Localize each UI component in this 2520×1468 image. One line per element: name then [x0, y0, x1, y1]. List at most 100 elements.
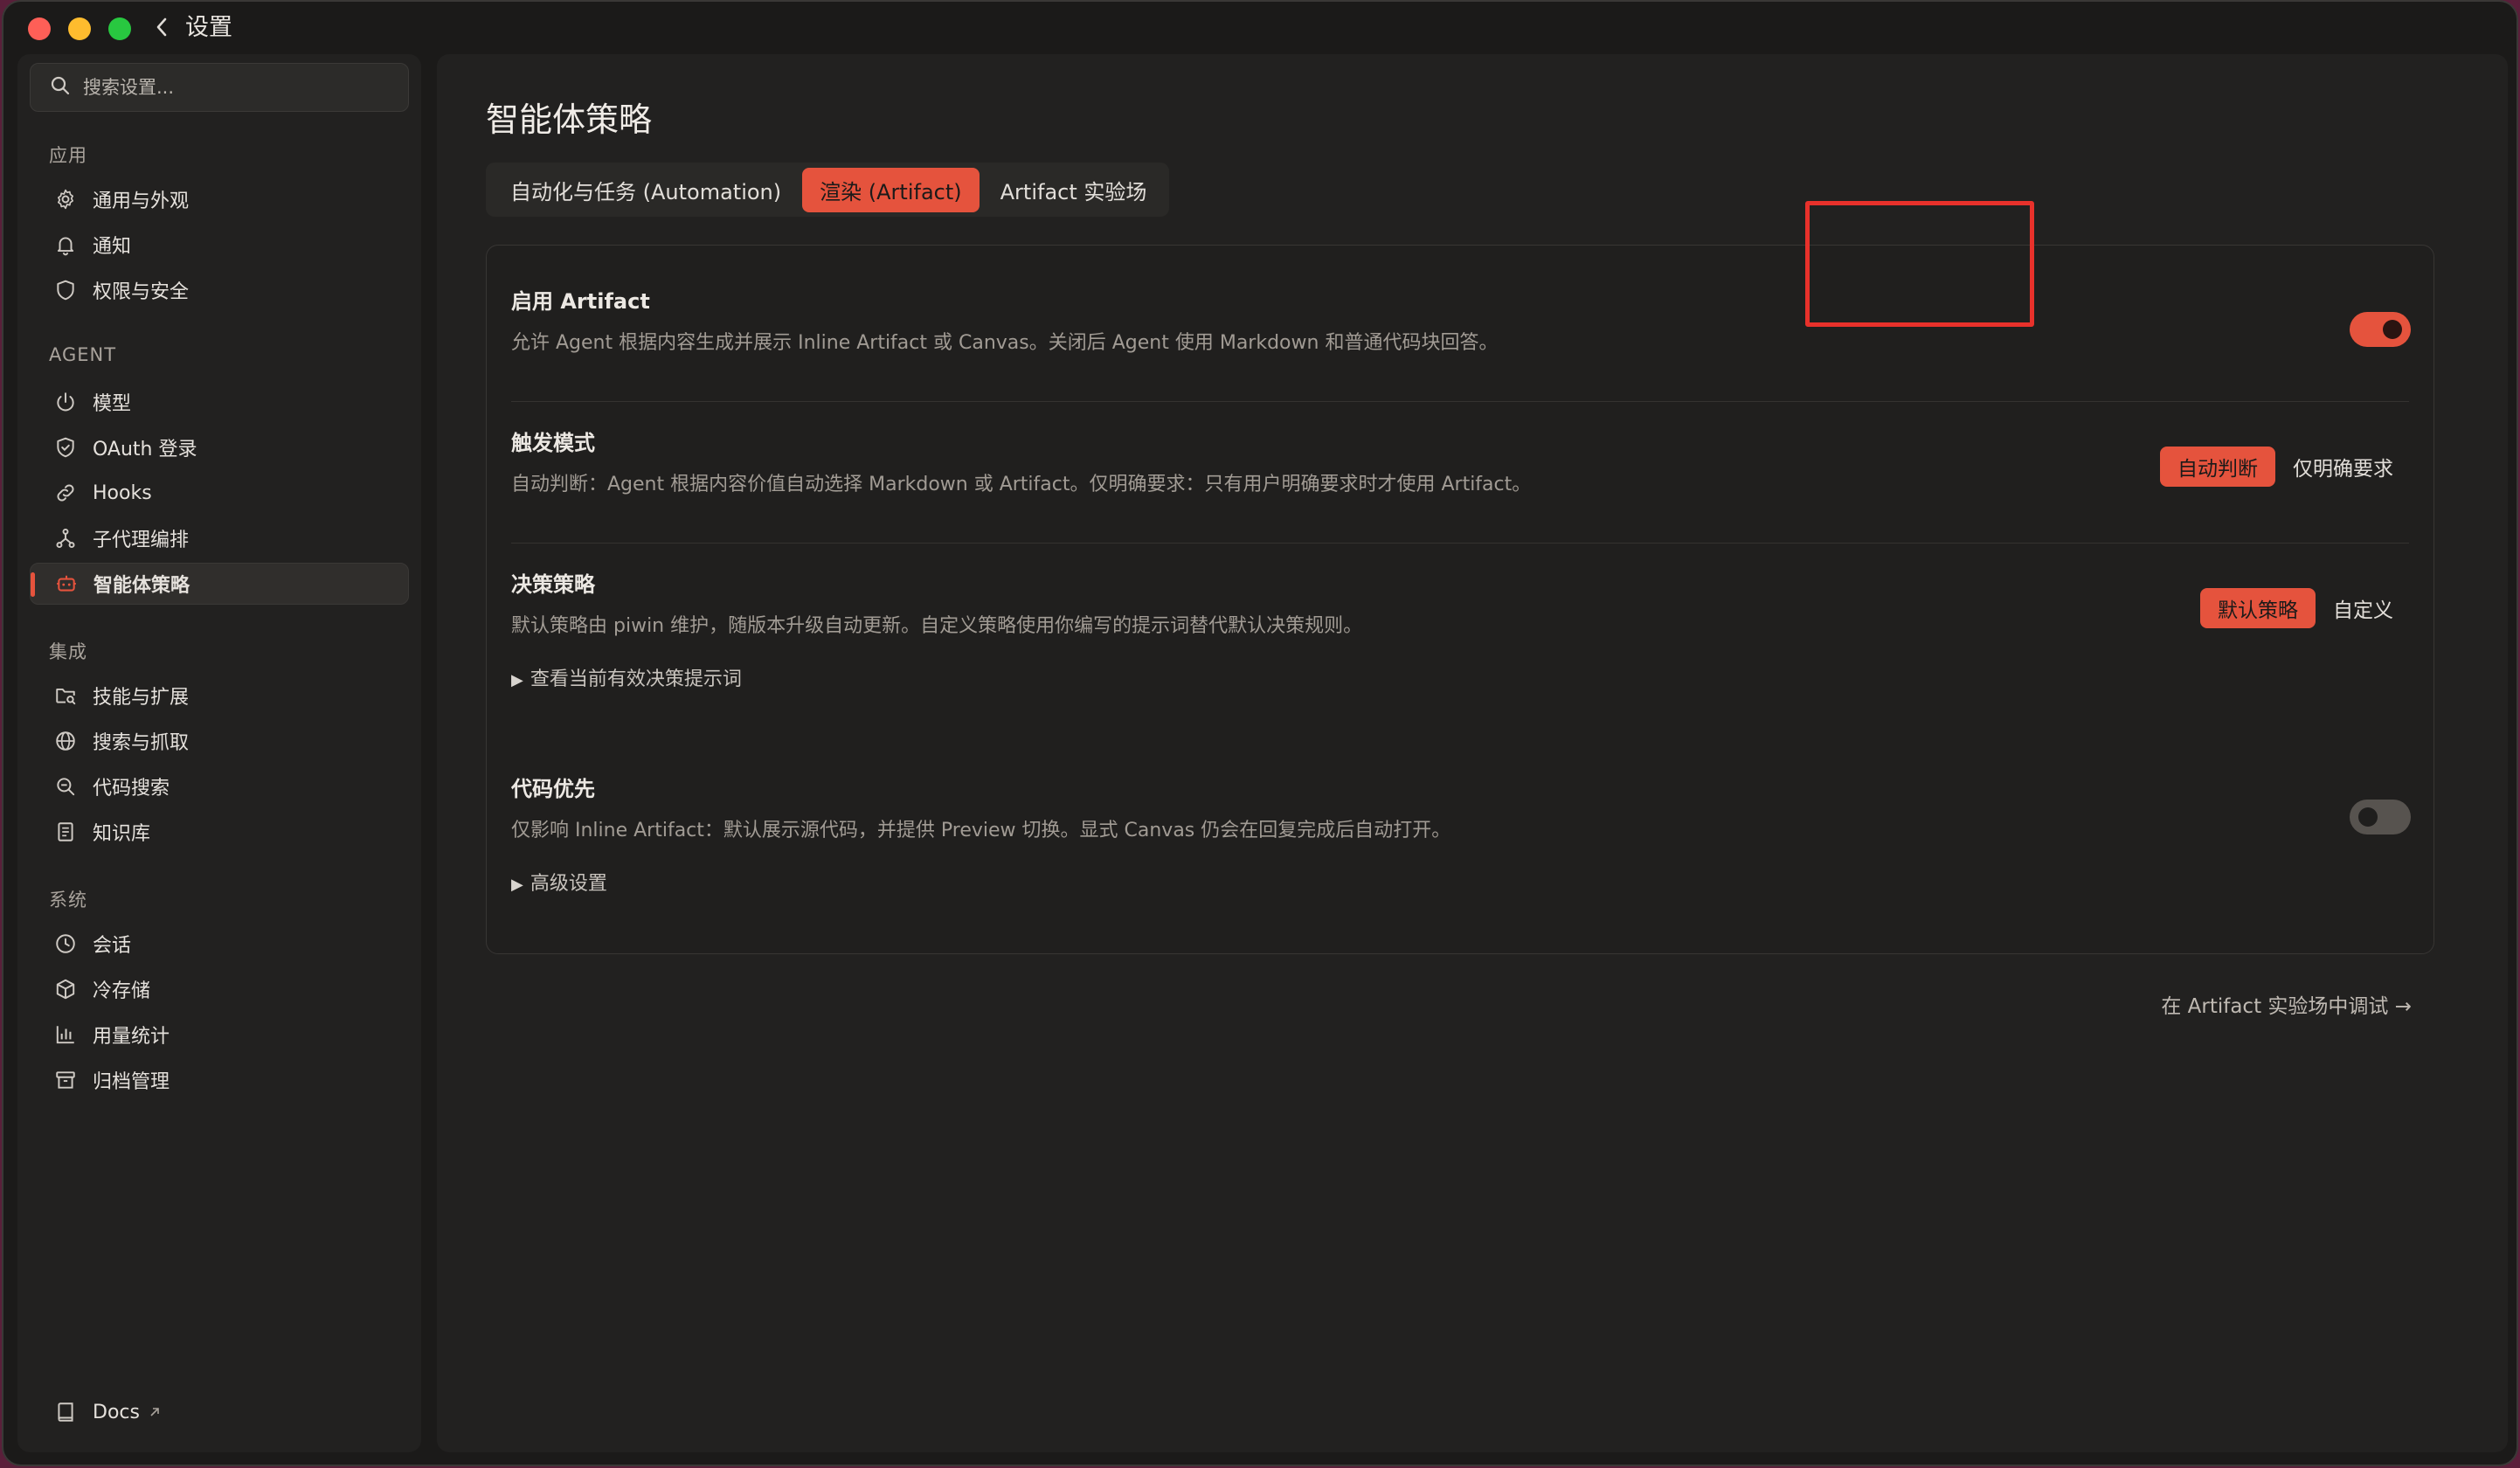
toggle-knob	[2383, 320, 2402, 339]
tab-artifact-playground[interactable]: Artifact 实验场	[983, 168, 1165, 212]
page-title: 智能体策略	[486, 100, 653, 139]
advanced-settings-disclosure[interactable]: ▶ 高级设置	[511, 868, 607, 896]
sidebar-item-label: 技能与扩展	[93, 687, 190, 709]
power-icon	[54, 391, 77, 413]
external-link-icon	[149, 1402, 161, 1423]
setting-description: 仅影响 Inline Artifact：默认展示源代码，并提供 Preview …	[511, 820, 1451, 841]
view-effective-prompt-disclosure[interactable]: ▶ 查看当前有效决策提示词	[511, 663, 742, 691]
divider	[511, 401, 2409, 402]
sidebar-item-label: OAuth 登录	[93, 439, 197, 460]
book-icon	[54, 1401, 77, 1423]
section-label-app: 应用	[49, 145, 87, 166]
disclosure-triangle-icon: ▶	[511, 671, 523, 689]
globe-icon	[54, 730, 77, 752]
sidebar-item-models[interactable]: 模型	[30, 381, 409, 423]
tab-artifact-render[interactable]: 渲染 (Artifact)	[802, 167, 980, 212]
maximize-window-button[interactable]	[108, 17, 131, 40]
setting-title: 启用 Artifact	[511, 289, 650, 314]
setting-description: 允许 Agent 根据内容生成并展示 Inline Artifact 或 Can…	[511, 332, 1499, 354]
tab-bar: 自动化与任务 (Automation) 渲染 (Artifact) Artifa…	[486, 163, 1169, 217]
trigger-auto-option[interactable]: 自动判断	[2160, 447, 2275, 487]
sidebar-item-general[interactable]: 通用与外观	[30, 178, 409, 220]
toggle-knob	[2358, 807, 2378, 827]
sidebar-item-archive[interactable]: 归档管理	[30, 1059, 409, 1101]
section-label-system: 系统	[49, 890, 87, 911]
sidebar-item-label: 子代理编排	[93, 530, 190, 551]
enable-artifact-toggle[interactable]	[2350, 312, 2411, 347]
sidebar-item-label: 模型	[93, 393, 132, 415]
decision-strategy-selector: 默认策略 自定义	[2200, 588, 2411, 628]
setting-title: 触发模式	[511, 431, 595, 455]
sidebar-item-search-fetch[interactable]: 搜索与抓取	[30, 720, 409, 762]
sidebar-item-label: 搜索与抓取	[93, 732, 190, 754]
sidebar-item-hooks[interactable]: Hooks	[30, 472, 409, 514]
search-icon	[50, 75, 71, 100]
settings-window: 设置 应用 通用与外观 通知 权限与安全 AGENT 模型	[2, 0, 2518, 1466]
branch-icon	[54, 527, 77, 550]
shield-check-icon	[54, 436, 77, 459]
back-chevron-icon[interactable]	[149, 12, 175, 42]
main-panel: 智能体策略 自动化与任务 (Automation) 渲染 (Artifact) …	[437, 54, 2508, 1452]
clock-icon	[54, 932, 77, 955]
strategy-custom-option[interactable]: 自定义	[2316, 588, 2411, 628]
sidebar-item-sessions[interactable]: 会话	[30, 923, 409, 965]
sidebar-item-label: 权限与安全	[93, 281, 190, 303]
trigger-mode-selector: 自动判断 仅明确要求	[2160, 447, 2411, 487]
close-window-button[interactable]	[28, 17, 51, 40]
strategy-default-option[interactable]: 默认策略	[2200, 588, 2316, 628]
window-title: 设置	[185, 14, 232, 41]
notebook-icon	[54, 821, 77, 843]
setting-title: 代码优先	[511, 777, 595, 801]
sidebar-item-cold-storage[interactable]: 冷存储	[30, 968, 409, 1010]
setting-trigger-mode: 触发模式 自动判断：Agent 根据内容价值自动选择 Markdown 或 Ar…	[511, 426, 2409, 496]
sidebar-item-label: 归档管理	[93, 1071, 170, 1093]
tab-automation[interactable]: 自动化与任务 (Automation)	[493, 168, 799, 212]
docs-link[interactable]: Docs	[30, 1391, 161, 1433]
cube-icon	[54, 978, 77, 1001]
sidebar-item-subagents[interactable]: 子代理编排	[30, 517, 409, 559]
sidebar-item-label: 会话	[93, 935, 132, 957]
search-box[interactable]	[30, 63, 409, 112]
sidebar-item-notifications[interactable]: 通知	[30, 224, 409, 266]
sidebar-item-label: 通知	[93, 236, 132, 258]
bell-icon	[54, 233, 77, 256]
sidebar-item-permissions[interactable]: 权限与安全	[30, 269, 409, 311]
sidebar-item-label: Hooks	[93, 481, 152, 504]
gear-icon	[54, 188, 77, 211]
setting-description: 自动判断：Agent 根据内容价值自动选择 Markdown 或 Artifac…	[511, 474, 1532, 495]
link-icon	[54, 481, 77, 504]
robot-icon	[55, 572, 78, 595]
sidebar-item-label: 冷存储	[93, 980, 151, 1002]
minimize-window-button[interactable]	[68, 17, 91, 40]
sidebar-item-agent-policy[interactable]: 智能体策略	[30, 563, 409, 605]
section-label-integrations: 集成	[49, 641, 87, 662]
setting-description: 默认策略由 piwin 维护，随版本升级自动更新。自定义策略使用你编写的提示词替…	[511, 615, 1363, 637]
sidebar-item-knowledge-base[interactable]: 知识库	[30, 811, 409, 853]
setting-decision-strategy: 决策策略 默认策略由 piwin 维护，随版本升级自动更新。自定义策略使用你编写…	[511, 567, 2409, 638]
sidebar: 应用 通用与外观 通知 权限与安全 AGENT 模型 OAuth 登录 Hook…	[17, 54, 421, 1452]
sidebar-item-code-search[interactable]: 代码搜索	[30, 765, 409, 807]
sidebar-item-label: 用量统计	[93, 1026, 170, 1048]
zoom-code-icon	[54, 775, 77, 798]
archive-icon	[54, 1069, 77, 1091]
trigger-explicit-option[interactable]: 仅明确要求	[2275, 447, 2411, 487]
sidebar-item-label: 知识库	[93, 823, 151, 845]
divider	[511, 543, 2409, 544]
sidebar-item-oauth[interactable]: OAuth 登录	[30, 426, 409, 468]
sidebar-item-label: 通用与外观	[93, 190, 190, 212]
search-input[interactable]	[83, 77, 398, 98]
code-first-toggle[interactable]	[2350, 800, 2411, 834]
setting-enable-artifact: 启用 Artifact 允许 Agent 根据内容生成并展示 Inline Ar…	[511, 284, 2409, 355]
setting-title: 决策策略	[511, 572, 595, 597]
folder-search-icon	[54, 684, 77, 707]
shield-icon	[54, 279, 77, 301]
sidebar-item-label: 智能体策略	[93, 575, 190, 597]
bar-chart-icon	[54, 1023, 77, 1046]
sidebar-item-skills[interactable]: 技能与扩展	[30, 675, 409, 717]
settings-card: 启用 Artifact 允许 Agent 根据内容生成并展示 Inline Ar…	[486, 245, 2434, 954]
sidebar-item-usage[interactable]: 用量统计	[30, 1014, 409, 1056]
debug-in-playground-link[interactable]: 在 Artifact 实验场中调试 →	[2161, 989, 2412, 1019]
title-bar: 设置	[3, 2, 2517, 54]
disclosure-triangle-icon: ▶	[511, 876, 523, 894]
disclosure-label: 高级设置	[530, 873, 607, 895]
